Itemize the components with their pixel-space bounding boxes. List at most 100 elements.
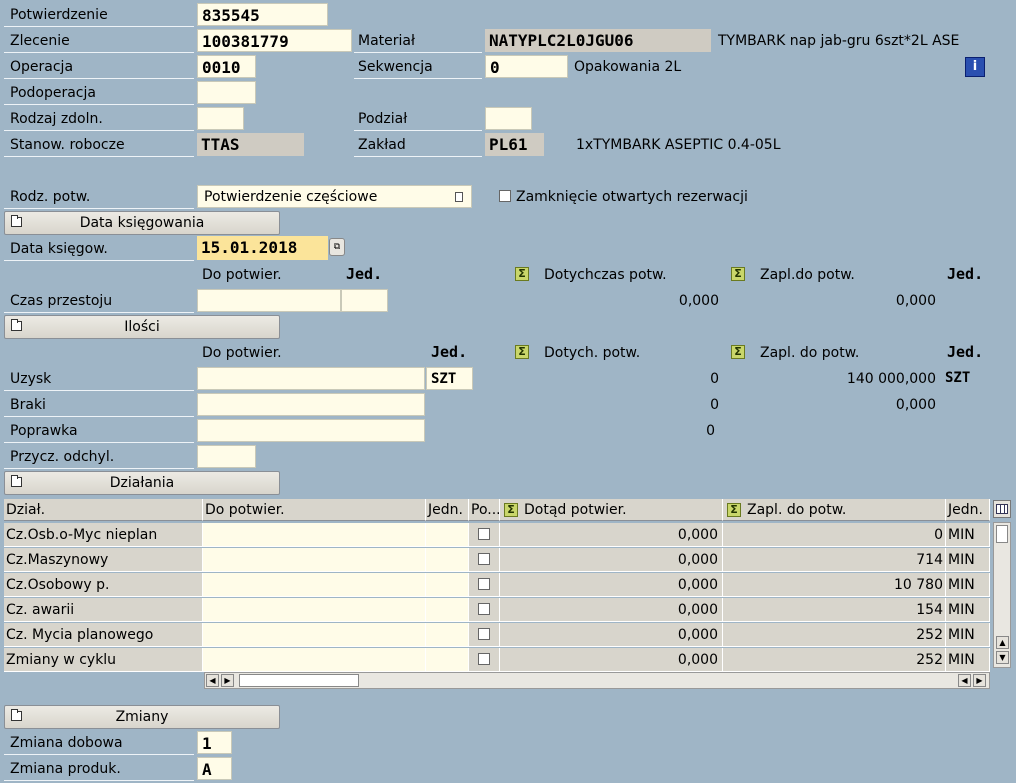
row-po-cell <box>469 648 500 672</box>
scrollbar-thumb[interactable] <box>996 525 1008 543</box>
table-row: Cz.Osb.o-Myc nieplan 0,000 0 MIN <box>4 523 990 548</box>
zmiana-produk-field[interactable]: A <box>197 757 232 780</box>
zmiana-produk-label: Zmiana produk. <box>10 761 121 777</box>
operacja-label: Operacja <box>10 59 74 75</box>
sekwencja-field[interactable]: 0 <box>485 55 568 78</box>
uzysk-unit2: SZT <box>945 370 971 386</box>
material-description: TYMBARK nap jab-gru 6szt*2L ASE <box>718 33 960 49</box>
potwierdzenie-field[interactable]: 835545 <box>197 3 328 26</box>
row-po-cell <box>469 573 500 597</box>
il-col-zapl: Zapl. do potw. <box>760 345 860 361</box>
row-dotad: 0,000 <box>500 523 723 547</box>
row-zapl: 252 <box>723 648 946 672</box>
folder-icon <box>11 319 22 331</box>
zlecenie-label: Zlecenie <box>10 33 70 49</box>
col-header-po[interactable]: Po... <box>469 499 500 521</box>
date-picker-icon[interactable]: ⧉ <box>329 238 345 256</box>
row-do-potwier-field[interactable] <box>203 548 426 572</box>
braki-dotych-value: 0 <box>710 397 719 413</box>
braki-field[interactable] <box>197 393 425 416</box>
folder-icon <box>11 215 22 227</box>
folder-icon <box>11 709 22 721</box>
row-po-cell <box>469 523 500 547</box>
row-jedn-field[interactable] <box>426 523 469 547</box>
dzialania-table: Dział. Do potwier. Jedn. Po... Σ Dotąd p… <box>4 499 990 689</box>
col-header-dzial[interactable]: Dział. <box>4 499 203 521</box>
uzysk-field[interactable] <box>197 367 425 390</box>
row-jedn-field[interactable] <box>426 573 469 597</box>
row-do-potwier-field[interactable] <box>203 573 426 597</box>
czas-przestoju-field[interactable] <box>197 289 341 312</box>
row-zapl: 154 <box>723 598 946 622</box>
horizontal-scrollbar[interactable]: ◀ ▶ ◀ ▶ <box>204 672 990 689</box>
section-zmiany-button[interactable]: Zmiany <box>4 705 280 729</box>
row-name: Cz.Osobowy p. <box>4 573 203 597</box>
folder-icon <box>11 475 22 487</box>
table-row: Cz. Mycia planowego 0,000 252 MIN <box>4 623 990 648</box>
row-zapl: 252 <box>723 623 946 647</box>
vertical-scrollbar[interactable]: ▲ ▼ <box>993 522 1011 668</box>
scroll-left-icon[interactable]: ◀ <box>958 674 971 687</box>
podzial-field[interactable] <box>485 107 532 130</box>
row-jedn-field[interactable] <box>426 648 469 672</box>
col-header-zapl[interactable]: Σ Zapl. do potw. <box>723 499 946 521</box>
section-data-ksiegowania-button[interactable]: Data księgowania <box>4 211 280 235</box>
section-ilosci-button[interactable]: Ilości <box>4 315 280 339</box>
zaklad-field: PL61 <box>485 133 544 156</box>
zlecenie-field[interactable]: 100381779 <box>197 29 352 52</box>
przycz-odchyl-field[interactable] <box>197 445 256 468</box>
row-checkbox[interactable] <box>478 603 490 615</box>
row-checkbox[interactable] <box>478 653 490 665</box>
operacja-field[interactable]: 0010 <box>197 55 256 78</box>
row-jedn-field[interactable] <box>426 548 469 572</box>
czas-przestoju-unit-field[interactable] <box>341 289 388 312</box>
row-do-potwier-field[interactable] <box>203 623 426 647</box>
row-jedn-field[interactable] <box>426 598 469 622</box>
scroll-right-icon[interactable]: ▶ <box>221 674 234 687</box>
col-header-dotad[interactable]: Σ Dotąd potwier. <box>500 499 723 521</box>
zamkniecie-checkbox[interactable] <box>499 190 511 202</box>
data-ksiegow-field[interactable]: 15.01.2018 <box>197 236 328 260</box>
poprawka-field[interactable] <box>197 419 425 442</box>
section-zmiany-label: Zmiany <box>115 709 169 725</box>
row-do-potwier-field[interactable] <box>203 648 426 672</box>
scrollbar-thumb[interactable] <box>239 674 359 687</box>
material-field: NATYPLC2L0JGU06 <box>485 29 711 52</box>
col-header-jedn2[interactable]: Jedn. <box>946 499 990 521</box>
rodz-potw-select[interactable]: Potwierdzenie częściowe <box>197 185 472 208</box>
col-header-jedn[interactable]: Jedn. <box>426 499 469 521</box>
row-do-potwier-field[interactable] <box>203 598 426 622</box>
row-dotad: 0,000 <box>500 648 723 672</box>
info-icon[interactable]: i <box>965 57 985 77</box>
row-do-potwier-field[interactable] <box>203 523 426 547</box>
scroll-right-icon[interactable]: ▶ <box>973 674 986 687</box>
row-unit: MIN <box>946 648 990 672</box>
podoperacja-label: Podoperacja <box>10 85 96 101</box>
scroll-left-icon[interactable]: ◀ <box>206 674 219 687</box>
scroll-up-icon[interactable]: ▲ <box>996 636 1009 649</box>
col-header-do-potwier[interactable]: Do potwier. <box>203 499 426 521</box>
row-checkbox[interactable] <box>478 578 490 590</box>
scroll-down-icon[interactable]: ▼ <box>996 651 1009 664</box>
rodzaj-zdoln-field[interactable] <box>197 107 244 130</box>
sigma-icon: Σ <box>731 267 745 281</box>
dk-col-dotychczas: Dotychczas potw. <box>544 267 667 283</box>
dk-col-do-potwier: Do potwier. <box>202 267 282 283</box>
braki-label: Braki <box>10 397 46 413</box>
row-checkbox[interactable] <box>478 553 490 565</box>
row-checkbox[interactable] <box>478 528 490 540</box>
uzysk-unit-field[interactable]: SZT <box>426 367 473 390</box>
row-checkbox[interactable] <box>478 628 490 640</box>
row-unit: MIN <box>946 548 990 572</box>
zmiana-dobowa-field[interactable]: 1 <box>197 731 232 754</box>
row-name: Cz.Maszynowy <box>4 548 203 572</box>
uzysk-zapl-value: 140 000,000 <box>846 371 936 387</box>
sigma-icon: Σ <box>515 267 529 281</box>
dropdown-icon[interactable] <box>455 192 463 202</box>
row-po-cell <box>469 548 500 572</box>
row-jedn-field[interactable] <box>426 623 469 647</box>
table-row: Zmiany w cyklu 0,000 252 MIN <box>4 648 990 673</box>
section-dzialania-button[interactable]: Działania <box>4 471 280 495</box>
column-settings-icon[interactable] <box>993 500 1011 518</box>
podoperacja-field[interactable] <box>197 81 256 104</box>
